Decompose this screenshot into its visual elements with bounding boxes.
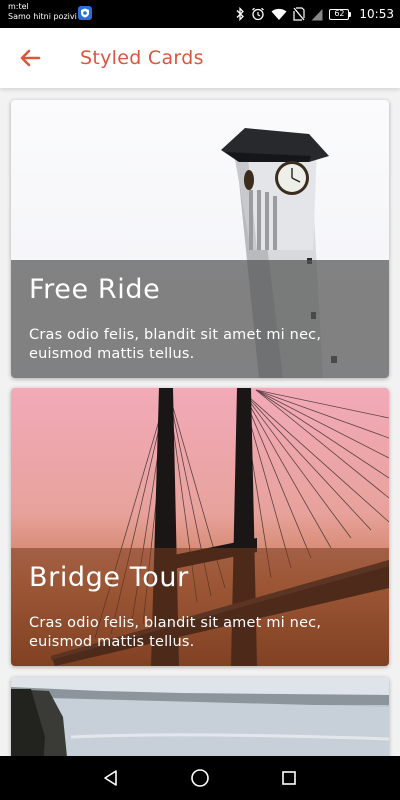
page-title: Styled Cards bbox=[80, 47, 204, 69]
bluetooth-icon bbox=[236, 7, 245, 21]
coastline-photo bbox=[11, 677, 389, 756]
battery-icon: 62 bbox=[329, 8, 352, 20]
card-title: Bridge Tour bbox=[29, 562, 189, 593]
no-sim-icon bbox=[293, 7, 306, 21]
carrier-name: m:tel bbox=[8, 2, 29, 11]
signal-icon bbox=[311, 8, 323, 20]
shield-app-icon bbox=[78, 6, 92, 20]
square-recents-icon bbox=[282, 771, 296, 785]
card-description: Cras odio felis, blandit sit amet mi nec… bbox=[29, 615, 322, 650]
card-list: Free Ride Cras odio felis, blandit sit a… bbox=[0, 88, 400, 756]
status-icons: 62 10:53 bbox=[235, 5, 394, 23]
status-bar: m:tel Samo hitni pozivi 62 10:53 bbox=[0, 0, 400, 28]
back-button[interactable] bbox=[14, 44, 46, 72]
carrier-info: m:tel Samo hitni pozivi bbox=[8, 2, 77, 22]
card-free-ride[interactable]: Free Ride Cras odio felis, blandit sit a… bbox=[11, 100, 389, 378]
triangle-back-icon bbox=[104, 770, 117, 786]
circle-home-icon bbox=[191, 769, 209, 787]
card-coastline[interactable] bbox=[11, 677, 389, 756]
system-nav-bar bbox=[0, 756, 400, 800]
card-description: Cras odio felis, blandit sit amet mi nec… bbox=[29, 327, 322, 362]
arrow-left-icon bbox=[20, 49, 41, 67]
nav-recents-button[interactable] bbox=[277, 766, 301, 790]
card-bridge-tour[interactable]: Bridge Tour Cras odio felis, blandit sit… bbox=[11, 388, 389, 666]
status-clock: 10:53 bbox=[359, 7, 394, 21]
carrier-status: Samo hitni pozivi bbox=[8, 12, 77, 21]
card-title: Free Ride bbox=[29, 274, 161, 305]
battery-level: 62 bbox=[329, 8, 350, 20]
nav-back-button[interactable] bbox=[99, 766, 123, 790]
alarm-icon bbox=[252, 7, 265, 21]
nav-home-button[interactable] bbox=[188, 766, 212, 790]
card-caption: Bridge Tour Cras odio felis, blandit sit… bbox=[11, 548, 389, 666]
card-caption: Free Ride Cras odio felis, blandit sit a… bbox=[11, 260, 389, 378]
wifi-icon bbox=[271, 8, 287, 20]
screen: m:tel Samo hitni pozivi 62 10:53 Styled … bbox=[0, 0, 400, 800]
app-bar: Styled Cards bbox=[0, 28, 400, 88]
